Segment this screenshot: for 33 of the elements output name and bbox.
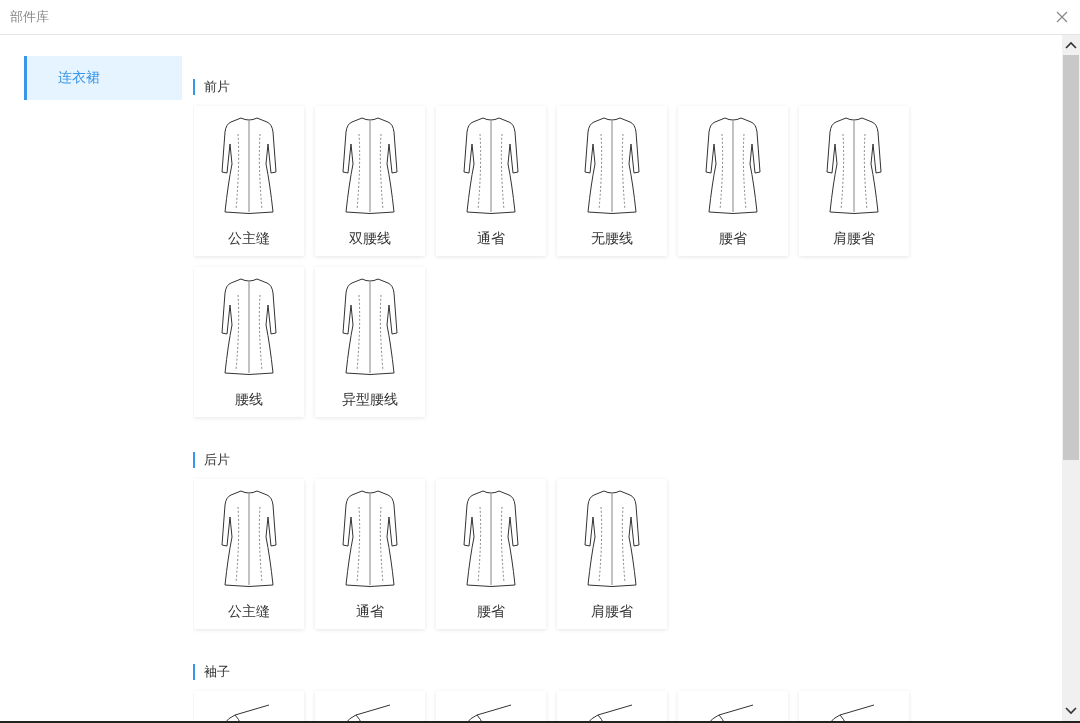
part-label: 公主缝: [228, 230, 270, 248]
scroll-down-icon[interactable]: [1065, 707, 1077, 715]
part-card[interactable]: 公主缝: [194, 479, 304, 629]
part-card[interactable]: 腰省: [436, 479, 546, 629]
part-card[interactable]: 公主缝: [194, 106, 304, 256]
scroll-up-icon[interactable]: [1065, 41, 1077, 49]
section-title: 袖子: [204, 663, 230, 681]
section-title: 前片: [204, 78, 230, 96]
part-card[interactable]: 异型腰线: [315, 267, 425, 417]
part-card[interactable]: 肩腰省: [557, 479, 667, 629]
part-label: 腰省: [477, 603, 505, 621]
part-card[interactable]: 无腰线: [557, 106, 667, 256]
scroll-thumb[interactable]: [1063, 55, 1079, 460]
part-label: 腰省: [719, 230, 747, 248]
part-card[interactable]: 双腰线: [315, 106, 425, 256]
part-label: 腰线: [235, 391, 263, 409]
close-icon[interactable]: [1056, 11, 1068, 23]
part-card[interactable]: 肩腰省: [799, 106, 909, 256]
part-card[interactable]: 腰省: [678, 106, 788, 256]
section-title: 后片: [204, 451, 230, 469]
part-card[interactable]: 通省: [315, 479, 425, 629]
window-title: 部件库: [10, 8, 49, 26]
part-label: 双腰线: [349, 230, 391, 248]
part-label: 通省: [356, 603, 384, 621]
part-label: 无腰线: [591, 230, 633, 248]
part-label: 公主缝: [228, 603, 270, 621]
part-card[interactable]: 腰线: [194, 267, 304, 417]
part-label: 肩腰省: [591, 603, 633, 621]
part-label: 异型腰线: [342, 391, 398, 409]
part-label: 肩腰省: [833, 230, 875, 248]
part-card[interactable]: 通省: [436, 106, 546, 256]
part-label: 通省: [477, 230, 505, 248]
scrollbar[interactable]: [1062, 35, 1080, 721]
